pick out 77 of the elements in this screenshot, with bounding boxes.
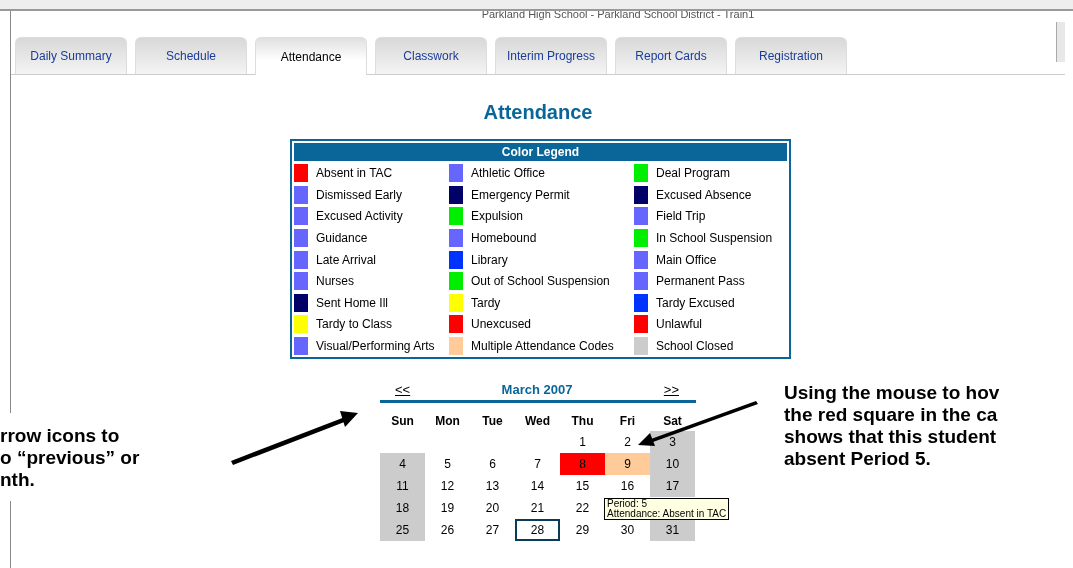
legend-label: Expulsion (471, 209, 524, 224)
legend-label: Tardy to Class (316, 317, 393, 332)
calendar-day[interactable]: 9 (605, 453, 650, 476)
calendar-day[interactable]: 31 (650, 519, 695, 542)
calendar-day[interactable]: 14 (515, 475, 560, 498)
calendar-day[interactable]: 7 (515, 453, 560, 476)
legend-label: School Closed (656, 339, 734, 354)
weekday-header: Sat (662, 413, 683, 431)
legend-label: Athletic Office (471, 166, 545, 181)
tab[interactable]: Report Cards (615, 37, 727, 74)
calendar-day[interactable]: 8 (560, 453, 605, 476)
month-title: March 2007 (501, 381, 573, 397)
calendar-day[interactable]: 18 (380, 497, 425, 520)
legend-label: In School Suspension (656, 231, 773, 246)
legend-label: Main Office (656, 252, 717, 267)
tab[interactable]: Interim Progress (495, 37, 607, 74)
calendar-day[interactable]: 19 (425, 497, 470, 520)
calendar-day[interactable]: 27 (470, 519, 515, 542)
calendar-day[interactable]: 5 (425, 453, 470, 476)
legend-label: Tardy Excused (656, 295, 735, 310)
weekday-header: Tue (481, 413, 504, 431)
calendar-day[interactable]: 2 (605, 431, 650, 454)
legend-label: Nurses (316, 274, 354, 289)
calendar-day[interactable]: 21 (515, 497, 560, 520)
scrollbar[interactable] (1056, 22, 1065, 62)
legend-label: Out of School Suspension (471, 274, 610, 289)
calendar-day[interactable]: 13 (470, 475, 515, 498)
legend-label: Permanent Pass (656, 274, 745, 289)
calendar-day[interactable]: 20 (470, 497, 515, 520)
calendar-day[interactable]: 16 (605, 475, 650, 498)
legend-label: Unexcused (471, 317, 532, 332)
previous-month-link[interactable]: << (395, 381, 411, 397)
legend-label: Emergency Permit (471, 187, 570, 202)
legend-label: Unlawful (656, 317, 703, 332)
calendar-day[interactable]: 25 (380, 519, 425, 542)
legend-label: Field Trip (656, 209, 706, 224)
weekday-header: Thu (570, 413, 595, 431)
calendar-day[interactable]: 26 (425, 519, 470, 542)
legend-title: Color Legend (294, 143, 787, 161)
calendar-day[interactable]: 28 (515, 519, 560, 542)
legend-label: Library (471, 252, 508, 267)
legend-label: Homebound (471, 231, 537, 246)
legend-label: Multiple Attendance Codes (471, 339, 614, 354)
legend-label: Guidance (316, 231, 368, 246)
calendar-day[interactable]: 29 (560, 519, 605, 542)
tab[interactable]: Schedule (135, 37, 247, 74)
page-title: Attendance (482, 101, 594, 124)
legend-label: Excused Activity (316, 209, 403, 224)
calendar-day[interactable]: 6 (470, 453, 515, 476)
calendar-day[interactable]: 4 (380, 453, 425, 476)
calendar-day[interactable]: 10 (650, 453, 695, 476)
calendar-day[interactable]: 22 (560, 497, 605, 520)
legend-label: Absent in TAC (316, 166, 393, 181)
header-title: Parkland High School - Parkland School District - Train1 (480, 11, 756, 22)
tab[interactable]: Registration (735, 37, 847, 74)
calendar-day[interactable]: 30 (605, 519, 650, 542)
calendar-day[interactable]: 17 (650, 475, 695, 498)
legend-label: Excused Absence (656, 187, 752, 202)
weekday-header: Mon (434, 413, 461, 431)
tooltip: Period: 5 Attendance: Absent in TAC (604, 498, 730, 521)
weekday-header: Fri (618, 413, 637, 431)
legend-label: Late Arrival (316, 252, 377, 267)
legend-label: Dismissed Early (316, 187, 402, 202)
weekday-header: Wed (523, 413, 552, 431)
weekday-header: Sun (390, 413, 415, 431)
legend-label: Deal Program (656, 166, 731, 181)
tab[interactable]: Classwork (375, 37, 487, 74)
next-month-link[interactable]: >> (663, 381, 679, 397)
calendar-day[interactable]: 15 (560, 475, 605, 498)
legend-label: Sent Home Ill (316, 295, 389, 310)
legend-label: Visual/Performing Arts (316, 339, 435, 354)
calendar-day[interactable]: 11 (380, 475, 425, 498)
tab[interactable]: Attendance (255, 37, 367, 75)
tab[interactable]: Daily Summary (15, 37, 127, 74)
legend-label: Tardy (471, 295, 501, 310)
calendar-day[interactable]: 12 (425, 475, 470, 498)
calendar-day[interactable]: 1 (560, 431, 605, 454)
